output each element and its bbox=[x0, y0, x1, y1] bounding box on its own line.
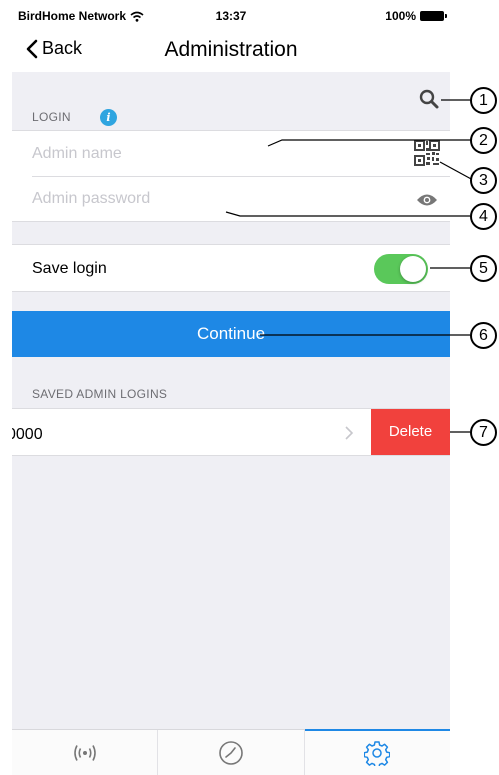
chevron-right-icon bbox=[345, 426, 354, 440]
saved-login-label: 0000 bbox=[12, 426, 43, 443]
saved-login-row[interactable]: 0000 Delete bbox=[12, 408, 450, 456]
continue-button[interactable]: Continue bbox=[12, 311, 450, 357]
save-login-label: Save login bbox=[32, 260, 107, 277]
delete-button[interactable]: Delete bbox=[371, 409, 450, 455]
tab-settings[interactable] bbox=[303, 729, 450, 775]
navigation-bar: Back Administration bbox=[12, 30, 450, 72]
status-bar: BirdHome Network 13:37 100% bbox=[12, 0, 450, 30]
battery-icon bbox=[420, 11, 447, 21]
search-icon bbox=[419, 89, 439, 109]
field-separator bbox=[32, 176, 450, 177]
callout-4: 4 bbox=[470, 203, 497, 230]
page-title: Administration bbox=[164, 38, 298, 61]
login-header-label: LOGIN bbox=[32, 110, 71, 124]
status-time: 13:37 bbox=[215, 9, 247, 23]
callout-2: 2 bbox=[470, 127, 497, 154]
battery-percent: 100% bbox=[385, 9, 416, 23]
admin-name-input[interactable] bbox=[32, 144, 382, 164]
phone-screen: BirdHome Network 13:37 100% Back Adminis… bbox=[12, 0, 450, 775]
search-button[interactable] bbox=[418, 88, 440, 110]
eye-icon bbox=[417, 194, 437, 206]
saved-logins-header: SAVED ADMIN LOGINS bbox=[12, 387, 450, 401]
qr-code-icon bbox=[414, 140, 440, 166]
battery: 100% bbox=[385, 9, 447, 23]
save-login-toggle[interactable] bbox=[374, 254, 428, 284]
login-fields bbox=[12, 130, 450, 222]
info-icon[interactable]: i bbox=[100, 109, 117, 126]
admin-password-input[interactable] bbox=[32, 189, 382, 209]
callout-6: 6 bbox=[470, 322, 497, 349]
callout-3: 3 bbox=[470, 167, 497, 194]
saved-logins-header-label: SAVED ADMIN LOGINS bbox=[32, 387, 168, 401]
save-login-row: Save login bbox=[12, 244, 450, 292]
toggle-knob bbox=[400, 256, 426, 282]
callout-7: 7 bbox=[470, 419, 497, 446]
gear-icon bbox=[364, 740, 391, 766]
login-section-header: LOGIN bbox=[12, 110, 450, 124]
tab-clock[interactable] bbox=[157, 730, 303, 775]
tab-bar bbox=[12, 729, 450, 775]
clock-icon bbox=[219, 740, 243, 765]
tab-broadcast[interactable] bbox=[12, 730, 157, 775]
callout-5: 5 bbox=[470, 255, 497, 282]
qr-code-button[interactable] bbox=[414, 140, 440, 166]
broadcast-icon bbox=[73, 744, 96, 761]
show-password-button[interactable] bbox=[416, 192, 438, 208]
callout-1: 1 bbox=[470, 87, 497, 114]
